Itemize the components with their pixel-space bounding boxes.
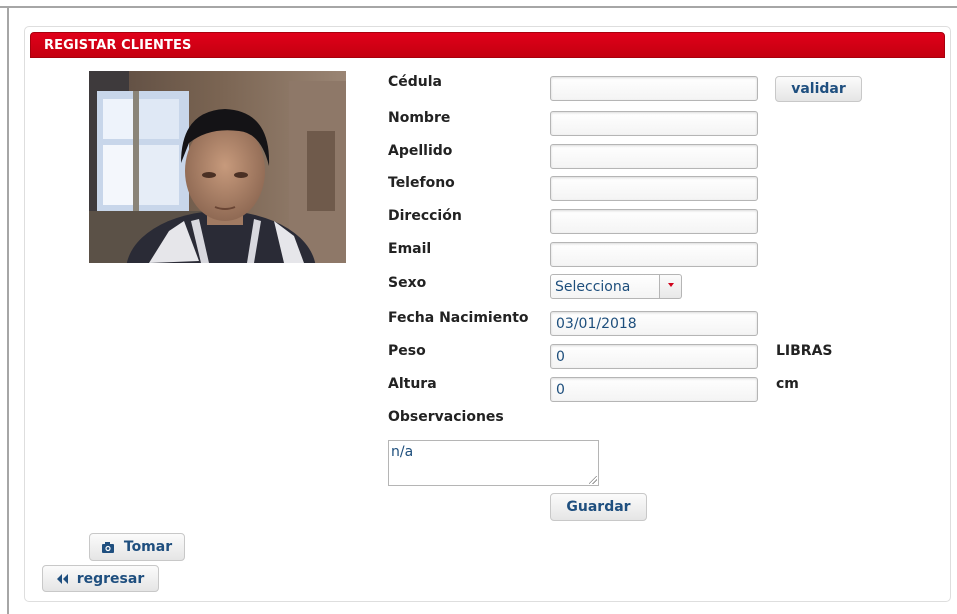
window-left-border [7,6,9,614]
panel-title: REGISTAR CLIENTES [44,38,192,53]
email-label: Email [388,241,432,257]
telefono-input[interactable] [550,176,758,201]
apellido-input[interactable] [550,144,758,169]
double-left-arrow-icon [56,573,68,584]
peso-input[interactable]: 0 [550,344,758,369]
email-input[interactable] [550,242,758,267]
direccion-label: Dirección [388,208,462,224]
validar-button[interactable]: validar [775,76,862,102]
telefono-label: Telefono [388,175,455,191]
regresar-button[interactable]: regresar [42,565,159,592]
guardar-button[interactable]: Guardar [550,493,647,521]
webcam-preview [89,71,346,263]
cedula-input[interactable] [550,76,758,101]
fecha-nacimiento-label: Fecha Nacimiento [388,310,529,326]
fecha-nacimiento-input[interactable]: 03/01/2018 [550,311,758,336]
peso-unit: LIBRAS [776,343,833,359]
altura-label: Altura [388,376,437,392]
panel-header: REGISTAR CLIENTES [30,32,945,58]
window-top-border [0,6,957,8]
observaciones-label: Observaciones [388,409,504,425]
cedula-label: Cédula [388,74,443,90]
validar-button-label: validar [791,81,846,97]
sexo-select-trigger[interactable] [660,274,682,299]
guardar-button-label: Guardar [566,499,631,515]
nombre-input[interactable] [550,111,758,136]
resize-grip-icon[interactable] [589,476,597,484]
observaciones-textarea[interactable]: n/a [388,440,599,486]
apellido-label: Apellido [388,143,453,159]
peso-label: Peso [388,343,426,359]
sexo-label: Sexo [388,275,427,291]
tomar-button[interactable]: Tomar [89,533,185,561]
camera-icon [101,541,114,553]
sexo-select[interactable]: Selecciona [550,274,660,299]
regresar-button-label: regresar [76,570,145,587]
observaciones-text: n/a [391,444,414,460]
nombre-label: Nombre [388,110,451,126]
direccion-input[interactable] [550,209,758,234]
altura-input[interactable]: 0 [550,377,758,402]
webcam-image [89,71,346,263]
caret-down-icon [668,283,674,287]
tomar-button-label: Tomar [123,539,173,555]
altura-unit: cm [776,376,799,392]
